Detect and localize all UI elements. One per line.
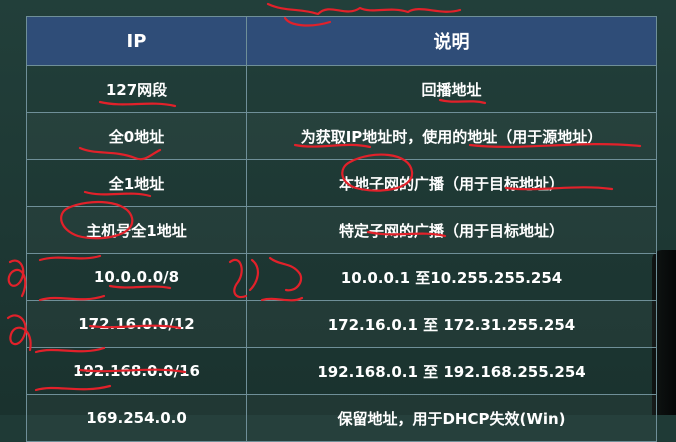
cell-ip: 全0地址 [26,112,247,160]
ip-address-table: IP 说明 127网段 回播地址 全0地址 为获取IP地址时，使用的地址（用于源… [26,16,657,442]
cell-description: 保留地址，用于DHCP失效(Win) [246,394,657,442]
cell-description: 192.168.0.1 至 192.168.255.254 [246,347,657,395]
table-row: 169.254.0.0 保留地址，用于DHCP失效(Win) [26,394,657,442]
cell-ip: 127网段 [26,65,247,113]
table-row: 172.16.0.0/12 172.16.0.1 至 172.31.255.25… [26,300,657,348]
cell-ip: 172.16.0.0/12 [26,300,247,348]
cell-ip: 10.0.0.0/8 [26,253,247,301]
table-header-row: IP 说明 [26,16,657,66]
table-row: 192.168.0.0/16 192.168.0.1 至 192.168.255… [26,347,657,395]
table-row: 10.0.0.0/8 10.0.0.1 至10.255.255.254 [26,253,657,301]
cell-ip: 主机号全1地址 [26,206,247,254]
cell-ip: 169.254.0.0 [26,394,247,442]
table-row: 127网段 回播地址 [26,65,657,113]
cell-description: 10.0.0.1 至10.255.255.254 [246,253,657,301]
cell-ip: 全1地址 [26,159,247,207]
cell-ip: 192.168.0.0/16 [26,347,247,395]
table-row: 主机号全1地址 特定子网的广播（用于目标地址） [26,206,657,254]
table-row: 全0地址 为获取IP地址时，使用的地址（用于源地址） [26,112,657,160]
cell-description: 为获取IP地址时，使用的地址（用于源地址） [246,112,657,160]
cell-description: 本地子网的广播（用于目标地址） [246,159,657,207]
cell-description: 回播地址 [246,65,657,113]
table-row: 全1地址 本地子网的广播（用于目标地址） [26,159,657,207]
header-description: 说明 [246,16,657,66]
cell-description: 特定子网的广播（用于目标地址） [246,206,657,254]
header-ip: IP [26,16,247,66]
cell-description: 172.16.0.1 至 172.31.255.254 [246,300,657,348]
